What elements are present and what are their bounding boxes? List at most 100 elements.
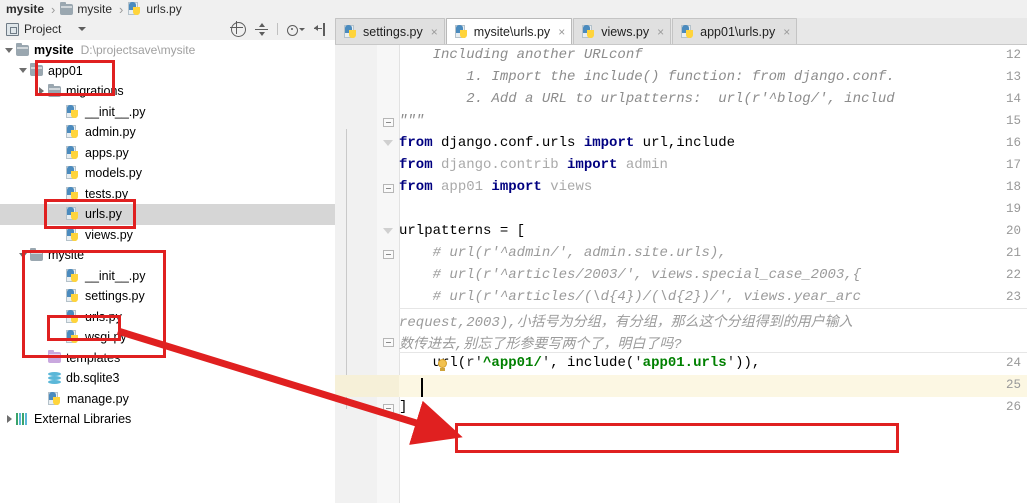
code-line: from django.conf.urls import url,include <box>399 135 735 151</box>
fold-toggle[interactable] <box>383 184 394 193</box>
tree-node-urls-py[interactable]: urls.py <box>0 204 335 225</box>
code-token: url( <box>399 355 467 371</box>
line-number: 16 <box>1005 136 1021 150</box>
code-editor[interactable]: 12 13 14 15 16 17 18 19 20 21 22 23 24 25 26 Including… <box>335 45 1027 503</box>
tree-node-migrations[interactable]: migrations <box>0 81 335 102</box>
close-icon[interactable]: × <box>431 25 438 39</box>
code-token: ' <box>541 355 551 371</box>
editor-tab-label: mysite\urls.py <box>473 24 551 39</box>
gear-icon[interactable] <box>287 24 298 36</box>
hide-icon[interactable] <box>314 22 327 36</box>
code-token: app01 <box>432 179 492 195</box>
folder-icon <box>16 42 29 56</box>
fold-toggle[interactable] <box>383 338 394 347</box>
module-folder-icon <box>30 63 43 77</box>
tree-node-app01[interactable]: app01 <box>0 61 335 82</box>
breadcrumb-item-folder[interactable]: mysite <box>56 0 118 18</box>
chevron-down-icon[interactable] <box>299 27 305 31</box>
editor-tab-app01-urls-py[interactable]: app01\urls.py × <box>672 18 798 44</box>
editor-tab-mysite-urls-py[interactable]: mysite\urls.py × <box>445 18 573 44</box>
tree-node-models-py[interactable]: models.py <box>0 163 335 184</box>
chevron-right-icon[interactable] <box>36 86 47 97</box>
code-line: ] <box>399 399 407 415</box>
collapse-all-icon[interactable] <box>255 22 268 36</box>
python-file-icon <box>66 330 80 344</box>
code-line: from django.contrib import admin <box>399 157 668 173</box>
code-token: views <box>541 179 593 195</box>
code-token: # url(r'^articles/2003/', views.special_… <box>399 267 862 283</box>
editor-tab-settings-py[interactable]: settings.py × <box>335 18 445 44</box>
chevron-down-icon[interactable] <box>78 27 87 31</box>
fold-toggle[interactable] <box>383 228 393 234</box>
tree-node-urls-py[interactable]: urls.py <box>0 307 335 328</box>
tree-node-templates[interactable]: templates <box>0 348 335 369</box>
chevron-right-icon[interactable] <box>4 414 15 425</box>
editor-tabs: settings.py × mysite\urls.py × views.py × app0… <box>335 18 1027 45</box>
code-token: from <box>399 157 433 173</box>
line-number: 13 <box>1005 70 1021 84</box>
chevron-down-icon[interactable] <box>18 65 29 76</box>
project-tree[interactable]: mysite D:\projectsave\mysite app01 migratio… <box>0 40 335 503</box>
project-title: Project <box>24 22 62 36</box>
chevron-down-icon[interactable] <box>18 250 29 261</box>
code-token: from <box>399 135 433 151</box>
tree-node-label: templates <box>66 350 121 365</box>
code-token: 2. Add a URL to urlpatterns: url(r'^blog… <box>399 91 895 107</box>
tree-node-apps-py[interactable]: apps.py <box>0 143 335 164</box>
code-token: )), <box>735 355 761 371</box>
line-number: 20 <box>1005 224 1021 238</box>
tree-node-tests-py[interactable]: tests.py <box>0 184 335 205</box>
lightbulb-icon[interactable] <box>436 359 449 372</box>
tree-node-mysite[interactable]: mysite <box>0 245 335 266</box>
code-token: 数传进去,别忘了形参要写两个了，明白了吗? <box>399 337 682 353</box>
tree-node-settings-py[interactable]: settings.py <box>0 286 335 307</box>
fold-toggle[interactable] <box>383 250 394 259</box>
folder-icon <box>60 1 74 15</box>
tree-node-__init__-py[interactable]: __init__.py <box>0 102 335 123</box>
code-token: from <box>399 179 433 195</box>
code-token: import <box>567 157 618 173</box>
tree-node-__init__-py[interactable]: __init__.py <box>0 266 335 287</box>
breadcrumb-item-project[interactable]: mysite <box>0 0 50 18</box>
fold-toggle[interactable] <box>383 118 394 127</box>
tree-node-views-py[interactable]: views.py <box>0 225 335 246</box>
code-line: from app01 import views <box>399 179 592 195</box>
code-token: Including another URLconf <box>399 47 643 63</box>
editor-tab-views-py[interactable]: views.py × <box>573 18 672 44</box>
tree-node-db-sqlite3[interactable]: db.sqlite3 <box>0 368 335 389</box>
tree-node-External Libraries[interactable]: External Libraries <box>0 409 335 430</box>
tree-node-mysite[interactable]: mysite D:\projectsave\mysite <box>0 40 335 61</box>
tree-node-label: mysite <box>34 43 74 58</box>
close-icon[interactable]: × <box>657 25 664 39</box>
line-number: 18 <box>1005 180 1021 194</box>
code-folding-gutter[interactable] <box>377 45 400 503</box>
fold-toggle[interactable] <box>383 140 393 146</box>
project-toolwindow-header: Project <box>0 18 335 41</box>
chevron-down-icon[interactable] <box>4 45 15 56</box>
tree-node-label: manage.py <box>67 391 129 406</box>
close-icon[interactable]: × <box>783 25 790 39</box>
settings-gear-group[interactable] <box>287 23 305 36</box>
project-title-group[interactable]: Project <box>0 22 87 36</box>
code-line: # url(r'^articles/(\d{4})/(\d{2})/', vie… <box>399 289 861 305</box>
tree-node-label: tests.py <box>85 186 129 201</box>
tree-node-label: migrations <box>66 84 124 99</box>
fold-toggle[interactable] <box>383 404 394 413</box>
line-number: 24 <box>1005 356 1021 370</box>
tree-node-label: External Libraries <box>34 412 132 427</box>
breadcrumb-item-file[interactable]: urls.py <box>124 0 187 18</box>
code-line: Including another URLconf <box>399 47 643 63</box>
tree-node-manage-py[interactable]: manage.py <box>0 389 335 410</box>
tree-node-wsgi-py[interactable]: wsgi.py <box>0 327 335 348</box>
tree-node-admin-py[interactable]: admin.py <box>0 122 335 143</box>
code-line: # url(r'^admin/', admin.site.urls), <box>399 245 727 261</box>
locate-icon[interactable] <box>230 20 246 37</box>
python-file-icon <box>66 227 80 242</box>
close-icon[interactable]: × <box>558 25 565 39</box>
folder-icon <box>30 247 43 261</box>
python-file-icon <box>48 391 62 406</box>
